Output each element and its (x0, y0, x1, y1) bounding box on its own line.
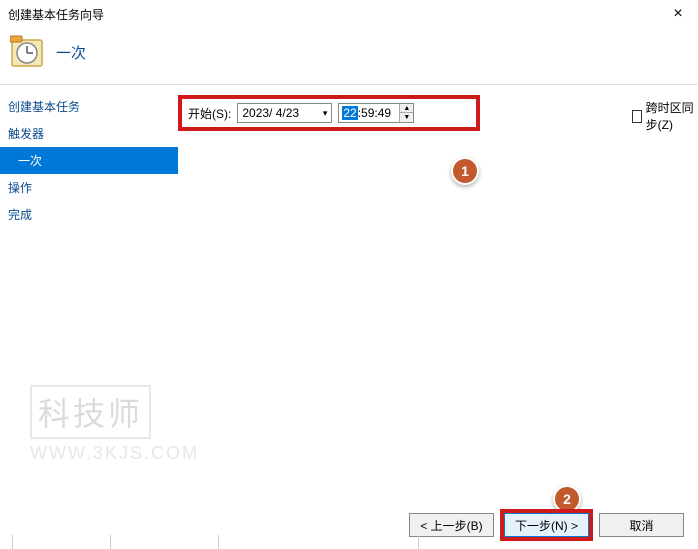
sidebar-item-create[interactable]: 创建基本任务 (0, 93, 178, 120)
titlebar: 创建基本任务向导 × (0, 0, 698, 28)
clock-icon (10, 34, 46, 70)
sidebar-item-once[interactable]: 一次 (0, 147, 178, 174)
watermark: 科技师 WWW.3KJS.COM (30, 385, 199, 464)
next-button[interactable]: 下一步(N) > (504, 513, 589, 537)
sidebar-item-trigger[interactable]: 触发器 (0, 120, 178, 147)
watermark-url: WWW.3KJS.COM (30, 443, 199, 464)
page-title: 一次 (56, 42, 86, 63)
sidebar-item-action[interactable]: 操作 (0, 174, 178, 201)
cancel-button[interactable]: 取消 (599, 513, 684, 537)
sync-checkbox[interactable] (632, 110, 642, 123)
header: 一次 (0, 28, 698, 84)
start-row-highlight: 开始(S): 2023/ 4/23 ▾ 22:59:49 ▲ ▼ (178, 95, 480, 131)
date-input[interactable]: 2023/ 4/23 ▾ (237, 103, 332, 123)
window-title: 创建基本任务向导 (8, 6, 666, 23)
content: 开始(S): 2023/ 4/23 ▾ 22:59:49 ▲ ▼ 跨时区同步(Z… (178, 85, 698, 474)
bottom-divider (0, 535, 698, 549)
start-label: 开始(S): (188, 105, 231, 122)
time-input[interactable]: 22:59:49 ▲ ▼ (338, 103, 414, 123)
watermark-logo: 科技师 (30, 385, 151, 439)
back-button[interactable]: < 上一步(B) (409, 513, 494, 537)
date-value: 2023/ 4/23 (242, 106, 299, 120)
chevron-down-icon: ▾ (323, 108, 328, 119)
sync-row: 跨时区同步(Z) (632, 99, 698, 133)
close-icon[interactable]: × (666, 2, 690, 26)
spinner-up-icon[interactable]: ▲ (400, 104, 413, 113)
spinner-down-icon[interactable]: ▼ (400, 113, 413, 122)
time-spinner: ▲ ▼ (399, 104, 413, 122)
annotation-badge-1: 1 (451, 157, 479, 185)
time-value: 22:59:49 (339, 104, 399, 122)
sync-label: 跨时区同步(Z) (646, 99, 698, 133)
sidebar-item-finish[interactable]: 完成 (0, 201, 178, 228)
